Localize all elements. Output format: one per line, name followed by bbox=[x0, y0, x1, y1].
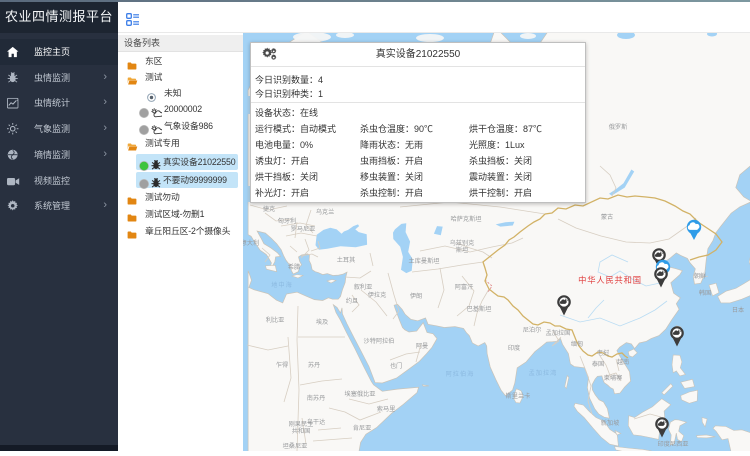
svg-text:共和国: 共和国 bbox=[292, 427, 311, 435]
svg-text:乌兹别克: 乌兹别克 bbox=[450, 239, 475, 247]
svg-text:肯尼亚: 肯尼亚 bbox=[353, 424, 372, 432]
svg-text:韩国: 韩国 bbox=[699, 289, 711, 297]
svg-text:伊朗: 伊朗 bbox=[410, 292, 422, 300]
svg-text:柬埔寨: 柬埔寨 bbox=[604, 374, 623, 382]
svg-text:俄罗斯: 俄罗斯 bbox=[609, 123, 628, 131]
svg-text:意大利: 意大利 bbox=[243, 239, 259, 247]
svg-text:刚果民主: 刚果民主 bbox=[289, 420, 314, 428]
svg-text:也门: 也门 bbox=[390, 362, 402, 370]
svg-text:孟加拉湾: 孟加拉湾 bbox=[529, 369, 558, 377]
svg-text:埃及: 埃及 bbox=[316, 318, 328, 326]
svg-text:罗马尼亚: 罗马尼亚 bbox=[291, 225, 316, 233]
svg-text:巴基斯坦: 巴基斯坦 bbox=[467, 305, 492, 313]
svg-text:埃塞俄比亚: 埃塞俄比亚 bbox=[345, 390, 376, 398]
svg-text:匈牙利: 匈牙利 bbox=[278, 217, 297, 225]
svg-text:越南: 越南 bbox=[617, 358, 629, 366]
svg-text:哈萨克斯坦: 哈萨克斯坦 bbox=[451, 215, 482, 223]
svg-text:尼泊尔: 尼泊尔 bbox=[523, 326, 542, 334]
svg-text:老挝: 老挝 bbox=[597, 349, 610, 357]
svg-text:伊拉克: 伊拉克 bbox=[368, 291, 387, 299]
svg-text:泰国: 泰国 bbox=[592, 360, 604, 368]
svg-text:乌克兰: 乌克兰 bbox=[316, 208, 335, 216]
svg-text:叙利亚: 叙利亚 bbox=[354, 283, 373, 291]
svg-text:阿拉伯海: 阿拉伯海 bbox=[446, 370, 475, 378]
svg-text:希腊: 希腊 bbox=[288, 263, 300, 271]
svg-text:约旦: 约旦 bbox=[346, 297, 358, 305]
svg-text:南苏丹: 南苏丹 bbox=[307, 394, 326, 402]
svg-text:苏丹: 苏丹 bbox=[308, 361, 320, 369]
svg-text:乍得: 乍得 bbox=[276, 361, 288, 369]
svg-text:沙特阿拉伯: 沙特阿拉伯 bbox=[364, 337, 395, 345]
svg-text:捷克: 捷克 bbox=[263, 205, 275, 213]
svg-text:斯坦: 斯坦 bbox=[456, 246, 468, 254]
svg-text:坦桑尼亚: 坦桑尼亚 bbox=[283, 442, 308, 450]
svg-text:阿曼: 阿曼 bbox=[416, 342, 428, 350]
svg-text:印度尼西亚: 印度尼西亚 bbox=[658, 440, 689, 448]
svg-text:印度: 印度 bbox=[508, 344, 520, 352]
svg-text:孟加拉国: 孟加拉国 bbox=[546, 329, 571, 337]
svg-text:地中海: 地中海 bbox=[271, 281, 293, 289]
svg-text:利比亚: 利比亚 bbox=[266, 316, 285, 324]
svg-text:朝鲜: 朝鲜 bbox=[694, 272, 706, 280]
svg-text:中华人民共和国: 中华人民共和国 bbox=[578, 275, 642, 285]
svg-text:日本: 日本 bbox=[732, 306, 744, 314]
svg-text:蒙古: 蒙古 bbox=[601, 213, 613, 221]
svg-text:新加坡: 新加坡 bbox=[601, 419, 620, 427]
svg-text:阿富汗: 阿富汗 bbox=[455, 283, 474, 291]
svg-text:土库曼斯坦: 土库曼斯坦 bbox=[409, 257, 440, 265]
svg-text:斯里兰卡: 斯里兰卡 bbox=[506, 392, 531, 400]
svg-text:缅甸: 缅甸 bbox=[571, 340, 583, 348]
svg-text:索马里: 索马里 bbox=[377, 405, 396, 413]
svg-text:土耳其: 土耳其 bbox=[337, 256, 356, 264]
